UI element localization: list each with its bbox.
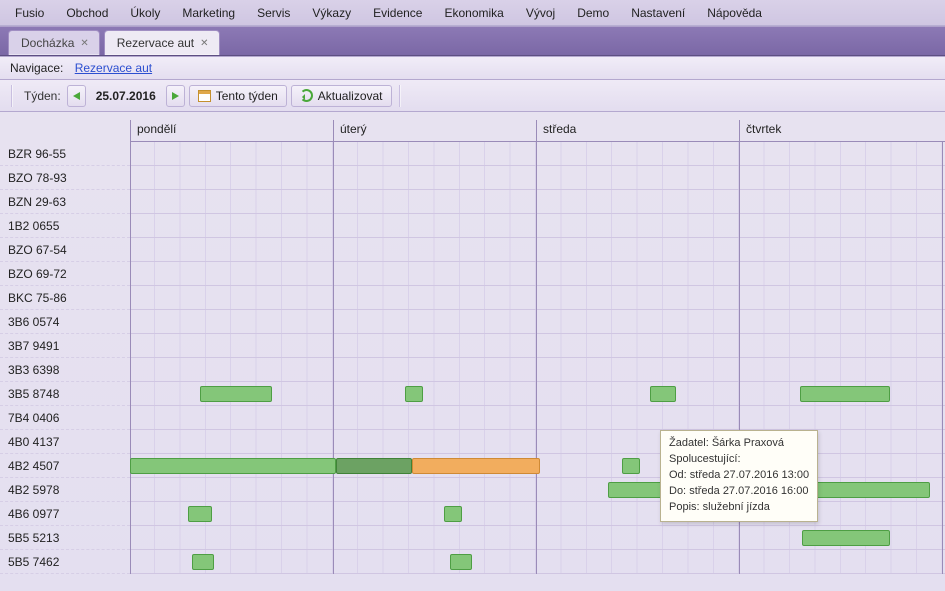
vehicle-row-label: 4B2 5978: [0, 478, 130, 502]
vehicle-row-label: BZO 69-72: [0, 262, 130, 286]
week-label: Týden:: [24, 89, 61, 103]
nav-label: Navigace:: [10, 61, 63, 75]
menu-úkoly[interactable]: Úkoly: [121, 3, 169, 23]
vehicle-row-label: 5B5 5213: [0, 526, 130, 550]
tab-docházka[interactable]: Docházka ✕: [8, 30, 100, 55]
this-week-button[interactable]: Tento týden: [189, 85, 287, 107]
vehicle-row-label: BZO 67-54: [0, 238, 130, 262]
menu-výkazy[interactable]: Výkazy: [303, 3, 360, 23]
chevron-left-icon: [73, 92, 80, 100]
day-header: úterý: [333, 120, 536, 141]
toolbar: Týden: 25.07.2016 Tento týden Aktualizov…: [0, 80, 945, 112]
menu-fusio[interactable]: Fusio: [6, 3, 53, 23]
menu-vývoj[interactable]: Vývoj: [517, 3, 564, 23]
week-date[interactable]: 25.07.2016: [90, 89, 162, 103]
menu-nápověda[interactable]: Nápověda: [698, 3, 771, 23]
reservation-bar[interactable]: [800, 386, 890, 402]
refresh-label: Aktualizovat: [318, 89, 383, 103]
vehicle-label-column: BZR 96-55BZO 78-93BZN 29-631B2 0655BZO 6…: [0, 142, 130, 574]
vehicle-row-label: BKC 75-86: [0, 286, 130, 310]
vehicle-row-label: 3B3 6398: [0, 358, 130, 382]
menu-nastavení[interactable]: Nastavení: [622, 3, 694, 23]
vehicle-row-label: BZR 96-55: [0, 142, 130, 166]
refresh-button[interactable]: Aktualizovat: [291, 85, 392, 107]
tab-rezervace-aut[interactable]: Rezervace aut ✕: [104, 30, 220, 55]
tab-close-icon[interactable]: ✕: [200, 38, 208, 49]
menu-marketing[interactable]: Marketing: [173, 3, 244, 23]
vehicle-row-label: 1B2 0655: [0, 214, 130, 238]
day-header: čtvrtek: [739, 120, 942, 141]
this-week-label: Tento týden: [216, 89, 278, 103]
vehicle-row-label: 3B7 9491: [0, 334, 130, 358]
vehicle-row-label: 5B5 7462: [0, 550, 130, 574]
menu-obchod[interactable]: Obchod: [57, 3, 117, 23]
vehicle-row-label: 4B6 0977: [0, 502, 130, 526]
toolbar-separator: [11, 85, 13, 107]
vehicle-row-label: 3B6 0574: [0, 310, 130, 334]
tab-close-icon[interactable]: ✕: [80, 38, 88, 49]
prev-week-button[interactable]: [67, 85, 86, 107]
toolbar-separator: [399, 85, 401, 107]
calendar-icon: [198, 90, 211, 102]
tab-label: Docházka: [21, 36, 74, 50]
calendar-grid: pondělíúterýstředačtvrtek BZR 96-55BZO 7…: [0, 120, 945, 574]
menu-evidence[interactable]: Evidence: [364, 3, 431, 23]
vehicle-row-label: BZN 29-63: [0, 190, 130, 214]
reservation-canvas[interactable]: [130, 142, 945, 574]
vehicle-row-label: 7B4 0406: [0, 406, 130, 430]
vehicle-row-label: 4B0 4137: [0, 430, 130, 454]
refresh-icon: [300, 89, 313, 102]
next-week-button[interactable]: [166, 85, 185, 107]
reservation-bar[interactable]: [444, 506, 462, 522]
tab-label: Rezervace aut: [117, 36, 194, 50]
menubar: FusioObchodÚkolyMarketingServisVýkazyEvi…: [0, 0, 945, 26]
vehicle-row-label: BZO 78-93: [0, 166, 130, 190]
reservation-bar[interactable]: [622, 458, 640, 474]
menu-demo[interactable]: Demo: [568, 3, 618, 23]
reservation-tooltip: Žadatel: Šárka Praxová Spolucestující: O…: [660, 430, 818, 522]
reservation-bar[interactable]: [802, 530, 890, 546]
day-header-row: pondělíúterýstředačtvrtek: [130, 120, 945, 142]
vehicle-row-label: 3B5 8748: [0, 382, 130, 406]
reservation-bar[interactable]: [450, 554, 472, 570]
nav-link-rezervace[interactable]: Rezervace aut: [75, 61, 152, 75]
vehicle-row-label: 4B2 4507: [0, 454, 130, 478]
day-header: středa: [536, 120, 739, 141]
menu-ekonomika[interactable]: Ekonomika: [435, 3, 512, 23]
tabstrip: Docházka ✕ Rezervace aut ✕: [0, 26, 945, 56]
chevron-right-icon: [172, 92, 179, 100]
nav-bar: Navigace: Rezervace aut: [0, 56, 945, 80]
menu-servis[interactable]: Servis: [248, 3, 299, 23]
day-header: pondělí: [130, 120, 333, 141]
